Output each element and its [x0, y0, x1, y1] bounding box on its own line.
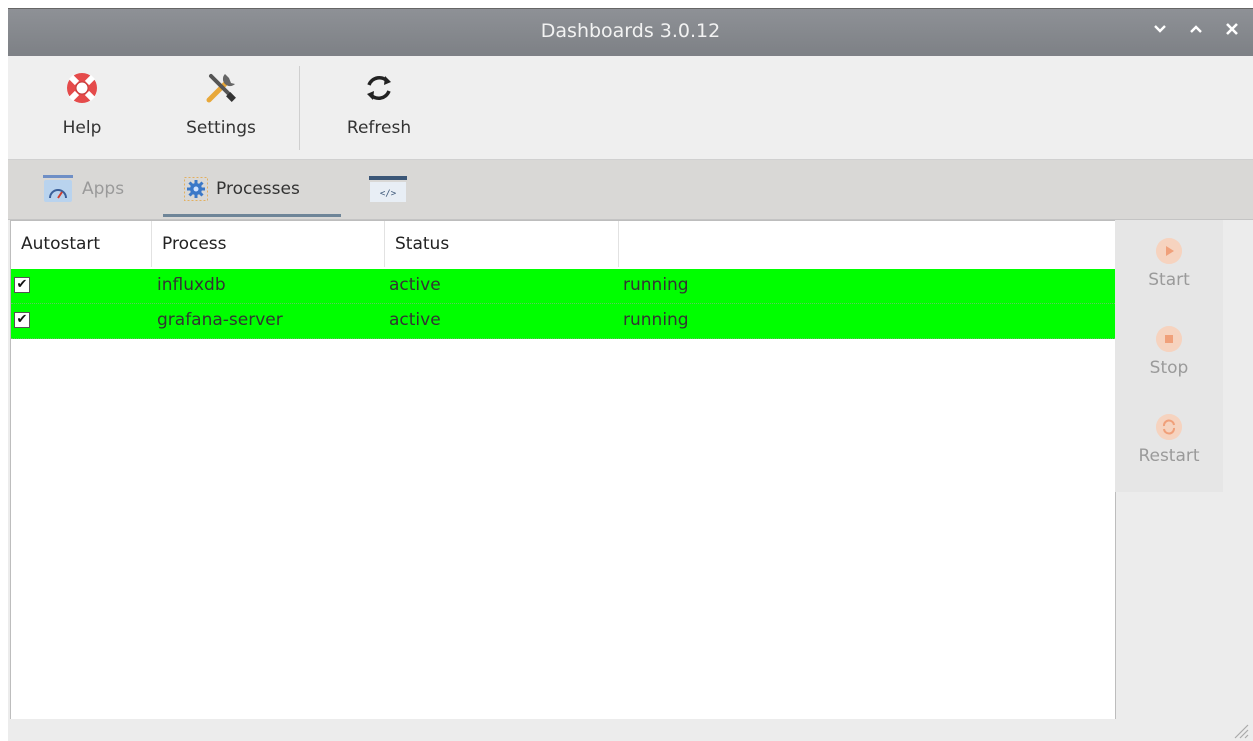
stop-button[interactable]: Stop: [1115, 326, 1223, 378]
process-state: running: [623, 275, 689, 295]
code-icon: </>: [369, 175, 407, 202]
action-panel: Start Stop Restart: [1115, 220, 1223, 492]
settings-label: Settings: [186, 118, 256, 138]
restart-label: Restart: [1138, 446, 1200, 466]
column-header-status[interactable]: Status: [385, 221, 619, 267]
chevron-down-icon: [1154, 25, 1166, 33]
toolbar: Help Settings Refresh: [8, 56, 1253, 160]
stop-icon: [1156, 326, 1182, 352]
svg-text:</>: </>: [380, 189, 397, 199]
maximize-button[interactable]: [1187, 21, 1205, 41]
restart-button[interactable]: Restart: [1115, 414, 1223, 466]
refresh-button[interactable]: Refresh: [334, 68, 424, 138]
status-bar: [8, 719, 1253, 741]
resize-grip-icon[interactable]: [1229, 719, 1249, 739]
tab-processes-label: Processes: [216, 178, 300, 199]
autostart-checkbox[interactable]: ✔: [14, 277, 30, 293]
process-table[interactable]: Autostart Process Status ✔ influxdb acti…: [10, 220, 1116, 720]
tools-icon: [206, 74, 236, 103]
start-label: Start: [1148, 270, 1190, 290]
window-title: Dashboards 3.0.12: [540, 20, 721, 42]
tab-code[interactable]: </>: [369, 160, 415, 217]
column-header-autostart[interactable]: Autostart: [11, 221, 152, 267]
play-icon: [1156, 238, 1182, 264]
stop-label: Stop: [1149, 358, 1189, 378]
refresh-icon: [367, 76, 391, 100]
app-window: Dashboards 3.0.12 Help Settings Refresh …: [8, 8, 1253, 741]
gauge-icon: [43, 174, 73, 202]
process-name: influxdb: [157, 275, 226, 295]
column-header-state[interactable]: [619, 221, 1115, 267]
process-status: active: [389, 275, 441, 295]
active-tab-indicator: [163, 214, 341, 217]
refresh-label: Refresh: [346, 118, 412, 138]
gear-icon: [184, 176, 208, 201]
autostart-checkbox[interactable]: ✔: [14, 312, 30, 328]
restart-icon: [1156, 414, 1182, 440]
help-button[interactable]: Help: [50, 68, 114, 138]
column-header-process[interactable]: Process: [152, 221, 385, 267]
tab-bar: Apps Processes </>: [8, 160, 1253, 220]
window-controls: [1151, 21, 1241, 41]
toolbar-separator: [299, 66, 300, 150]
minimize-button[interactable]: [1151, 21, 1169, 41]
help-label: Help: [62, 118, 102, 138]
chevron-up-icon: [1190, 25, 1202, 33]
tab-processes[interactable]: Processes: [184, 160, 300, 217]
start-button[interactable]: Start: [1115, 238, 1223, 290]
title-bar[interactable]: Dashboards 3.0.12: [8, 8, 1253, 57]
process-name: grafana-server: [157, 310, 283, 330]
process-state: running: [623, 310, 689, 330]
tab-apps-label: Apps: [82, 178, 125, 199]
table-row[interactable]: ✔ influxdb active running: [11, 269, 1115, 304]
lifebuoy-icon: [67, 73, 97, 103]
process-status: active: [389, 310, 441, 330]
settings-button[interactable]: Settings: [175, 68, 267, 138]
close-button[interactable]: [1223, 21, 1241, 41]
tab-apps[interactable]: Apps: [42, 160, 124, 217]
table-row[interactable]: ✔ grafana-server active running: [11, 304, 1115, 339]
table-header: Autostart Process Status: [11, 221, 1115, 267]
close-icon: [1226, 23, 1238, 35]
